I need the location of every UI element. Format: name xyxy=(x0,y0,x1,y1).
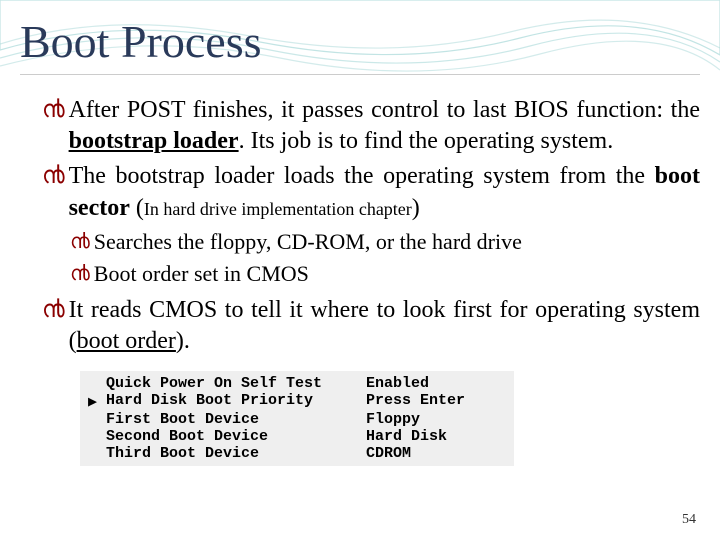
bios-value: Floppy xyxy=(366,411,506,428)
swirl-bullet-icon: ൯ xyxy=(70,260,90,286)
bullet-text: After POST finishes, it passes control t… xyxy=(69,95,700,157)
bullet-item: ൯ Searches the floppy, CD-ROM, or the ha… xyxy=(20,228,700,257)
swirl-bullet-icon: ൯ xyxy=(70,228,90,254)
bios-settings-table: Quick Power On Self Test Enabled ▶ Hard … xyxy=(80,371,514,466)
swirl-bullet-icon: ൯ xyxy=(42,95,65,125)
swirl-bullet-icon: ൯ xyxy=(42,161,65,191)
table-row: First Boot Device Floppy xyxy=(88,411,506,428)
bios-label: Quick Power On Self Test xyxy=(106,375,366,392)
bullet-item: ൯ After POST finishes, it passes control… xyxy=(20,95,700,157)
row-arrow-icon xyxy=(88,428,106,445)
bullet-item: ൯ Boot order set in CMOS xyxy=(20,260,700,289)
table-row: Quick Power On Self Test Enabled xyxy=(88,375,506,392)
bullet-text: It reads CMOS to tell it where to look f… xyxy=(69,295,700,357)
bios-value: Enabled xyxy=(366,375,506,392)
page-number: 54 xyxy=(682,512,696,528)
row-arrow-icon xyxy=(88,375,106,392)
bios-value: Press Enter xyxy=(366,392,506,411)
table-row: Second Boot Device Hard Disk xyxy=(88,428,506,445)
bios-value: Hard Disk xyxy=(366,428,506,445)
bullet-item: ൯ It reads CMOS to tell it where to look… xyxy=(20,295,700,357)
bullet-text: The bootstrap loader loads the operating… xyxy=(69,161,700,223)
slide-title: Boot Process xyxy=(20,15,700,75)
table-row: Third Boot Device CDROM xyxy=(88,445,506,462)
bullet-text: Searches the floppy, CD-ROM, or the hard… xyxy=(94,228,700,257)
bios-value: CDROM xyxy=(366,445,506,462)
table-row: ▶ Hard Disk Boot Priority Press Enter xyxy=(88,392,506,411)
bios-label: Second Boot Device xyxy=(106,428,366,445)
swirl-bullet-icon: ൯ xyxy=(42,295,65,325)
bios-label: Hard Disk Boot Priority xyxy=(106,392,366,411)
bullet-list: ൯ After POST finishes, it passes control… xyxy=(20,95,700,357)
row-arrow-icon xyxy=(88,411,106,428)
bios-label: First Boot Device xyxy=(106,411,366,428)
row-arrow-icon xyxy=(88,445,106,462)
bios-label: Third Boot Device xyxy=(106,445,366,462)
bullet-item: ൯ The bootstrap loader loads the operati… xyxy=(20,161,700,223)
bullet-text: Boot order set in CMOS xyxy=(94,260,700,289)
row-arrow-icon: ▶ xyxy=(88,392,106,411)
